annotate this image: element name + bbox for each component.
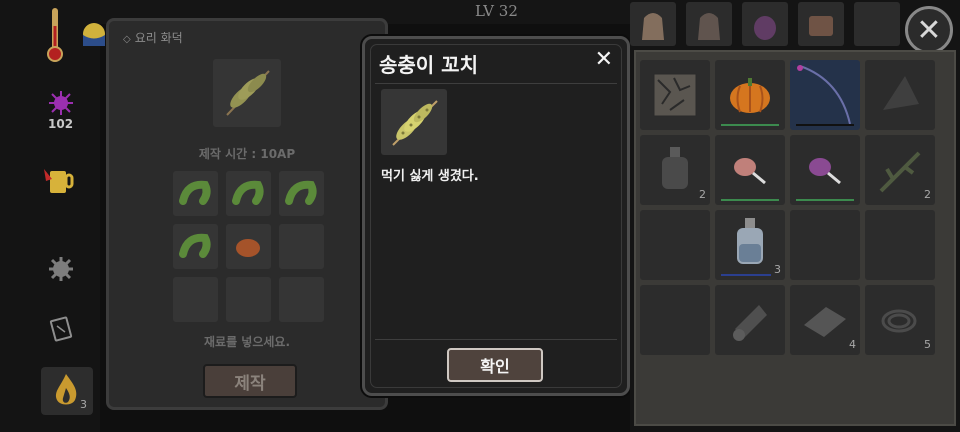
craft-button[interactable]: 제작	[203, 364, 297, 398]
item-count: 4	[849, 338, 856, 351]
divider	[375, 339, 617, 340]
inventory-slot[interactable]	[865, 60, 935, 130]
item-count: 2	[924, 188, 931, 201]
caterpillar-icon	[285, 180, 317, 205]
map-icon	[653, 73, 697, 117]
ingredient-slot[interactable]	[279, 277, 324, 322]
cloth-roll-icon	[733, 305, 767, 341]
case-icon	[809, 16, 833, 36]
fire-slot[interactable]: 3	[41, 367, 93, 415]
item-description: 먹기 싫게 생겼다.	[381, 169, 479, 184]
inventory-slot[interactable]	[640, 60, 710, 130]
tab-case[interactable]	[798, 2, 844, 46]
caterpillar-skewer-icon	[392, 100, 438, 146]
ingredient-slot[interactable]	[173, 277, 218, 322]
ingredient-slot[interactable]	[173, 224, 218, 269]
beer-mug-icon[interactable]	[42, 165, 76, 195]
inventory-slot[interactable]	[790, 60, 860, 130]
inventory-slot[interactable]	[715, 285, 785, 355]
caterpillar-icon	[179, 180, 211, 205]
meat-chunk-icon	[236, 239, 260, 257]
durability-bar	[721, 274, 771, 276]
craft-time-label: 제작 시간 : 10AP	[198, 147, 296, 161]
ingredient-slot[interactable]	[226, 277, 271, 322]
pumpkin-icon	[730, 78, 770, 113]
inventory-slot[interactable]: 3	[715, 210, 785, 280]
item-name: 송충이 꼬치	[379, 53, 478, 77]
virus-icon[interactable]	[48, 90, 74, 116]
inventory-slot[interactable]	[790, 135, 860, 205]
inventory-close-button[interactable]: ✕	[905, 6, 953, 54]
thermometer-icon[interactable]	[45, 6, 65, 64]
gear-icon[interactable]	[49, 257, 73, 281]
inventory-slot[interactable]: 4	[790, 285, 860, 355]
inventory-slot[interactable]	[640, 210, 710, 280]
caterpillar-icon	[232, 180, 264, 205]
inventory-slot[interactable]	[865, 210, 935, 280]
inventory-slot[interactable]: 2	[865, 135, 935, 205]
durability-bar	[721, 124, 779, 126]
item-info-modal: 송충이 꼬치 ✕ 먹기 싫게 생겼다. 확인	[362, 36, 630, 396]
divider	[375, 83, 617, 84]
item-count: 5	[924, 338, 931, 351]
caterpillar-skewer-icon	[226, 70, 270, 116]
ingredient-slot[interactable]	[226, 224, 271, 269]
fishing-rod-icon	[797, 65, 851, 125]
ingredient-hint: 재료를 넣으세요.	[203, 335, 291, 349]
inventory-slot[interactable]	[640, 285, 710, 355]
inventory-slot[interactable]	[790, 210, 860, 280]
tab-bag[interactable]	[630, 2, 676, 46]
inventory-slot[interactable]: 2	[640, 135, 710, 205]
inventory-panel: 2 2 3 4 5	[634, 50, 956, 426]
diamond-icon: ◇	[123, 34, 131, 45]
purple-meat-icon	[809, 158, 841, 185]
bag-icon	[642, 13, 664, 40]
ingredient-slot[interactable]	[279, 171, 324, 216]
durability-bar	[721, 199, 779, 201]
ingredient-slot[interactable]	[279, 224, 324, 269]
map-card-icon[interactable]	[48, 316, 74, 342]
durability-bar	[796, 124, 854, 126]
tab-pouch[interactable]	[742, 2, 788, 46]
ingredient-slot[interactable]	[173, 171, 218, 216]
cooking-panel: ◇ 요리 화덕 제작 시간 : 10AP 재료를 넣으세요. 제작	[106, 18, 388, 410]
tab-backpack[interactable]	[686, 2, 732, 46]
durability-bar	[796, 199, 854, 201]
cooking-panel-title: ◇ 요리 화덕	[123, 31, 183, 45]
level-label: LV 32	[475, 2, 518, 20]
item-count: 2	[699, 188, 706, 201]
fire-count: 3	[80, 398, 87, 411]
backpack-icon	[698, 13, 720, 40]
item-count: 3	[774, 263, 781, 276]
tab-empty[interactable]	[854, 2, 900, 46]
inventory-slot[interactable]: 5	[865, 285, 935, 355]
inventory-slot[interactable]	[715, 60, 785, 130]
cloth-icon	[883, 76, 919, 110]
ap-value: 102	[48, 117, 74, 131]
left-sidebar: 102 3	[0, 0, 105, 432]
modal-close-button[interactable]: ✕	[595, 49, 613, 71]
result-slot[interactable]	[213, 59, 281, 127]
inventory-slot[interactable]	[715, 135, 785, 205]
meat-icon	[734, 158, 766, 185]
confirm-button[interactable]: 확인	[447, 348, 543, 382]
ingredient-slot[interactable]	[226, 171, 271, 216]
pouch-icon	[754, 16, 776, 40]
item-image-frame	[381, 89, 447, 155]
caterpillar-icon	[179, 233, 211, 258]
